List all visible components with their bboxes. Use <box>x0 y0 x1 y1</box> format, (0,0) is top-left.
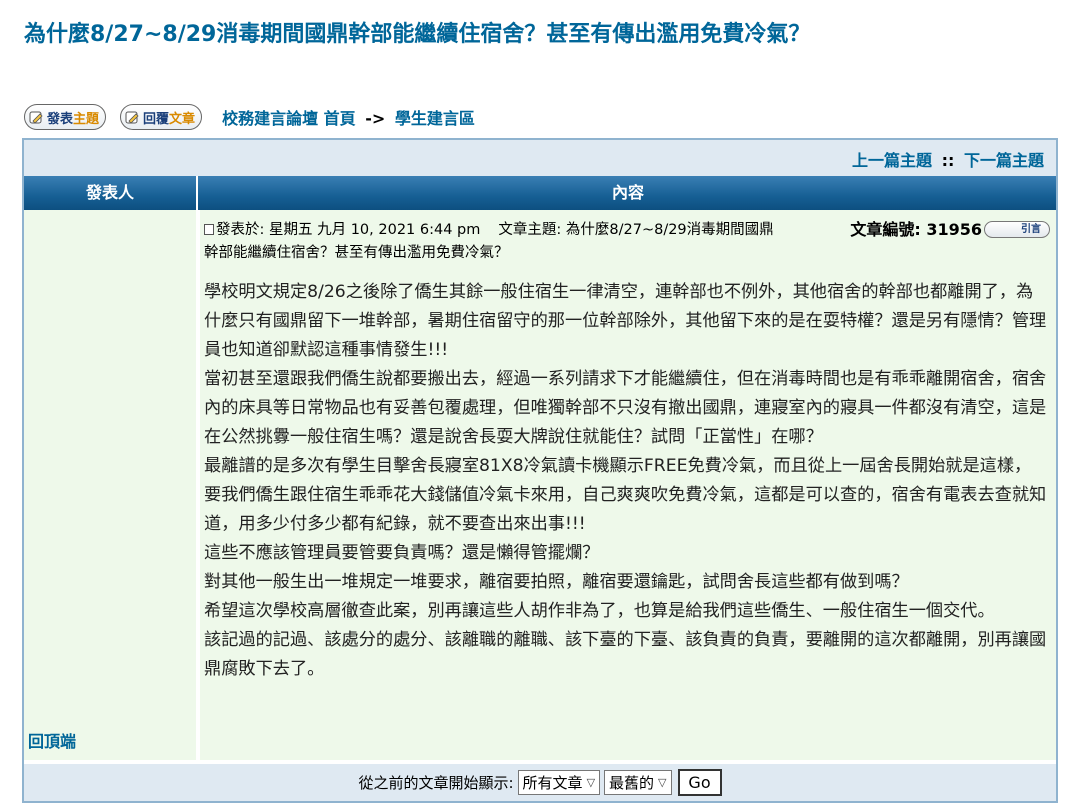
content-column-header: 內容 <box>611 183 644 202</box>
prev-next-bar: 上一篇主題 :: 下一篇主題 <box>24 140 1056 176</box>
prev-topic-link[interactable]: 上一篇主題 <box>852 151 932 170</box>
breadcrumb: 校務建言論壇 首頁 -> 學生建言區 <box>222 105 475 129</box>
sort-order-select[interactable]: 最舊的 ▽ <box>604 770 672 795</box>
post-paragraph: 這些不應該管理員要管要負責嗎？還是懶得管擺爛？ <box>204 543 600 563</box>
post-icon <box>204 224 214 235</box>
reply-button[interactable]: 回覆 文章 <box>120 104 203 130</box>
quote-button[interactable]: 引言 <box>984 221 1050 238</box>
new-topic-button[interactable]: 發表 主題 <box>24 104 107 130</box>
post-paragraph: 對其他一般生出一堆規定一堆要求，離宿要拍照，離宿要還鑰匙，試問舍長這些都有做到嗎… <box>204 572 909 592</box>
reply-label-a: 回覆 <box>143 111 170 127</box>
new-topic-label-a: 發表 <box>47 111 74 127</box>
post-body: 學校明文規定8/26之後除了僑生其餘一般住宿生一律清空，連幹部也不例外，其他宿舍… <box>204 278 1052 684</box>
post-content-cell: 發表於: 星期五 九月 10, 2021 6:44 pm 文章主題: 為什麼8/2… <box>200 210 1056 760</box>
pencil-icon <box>29 110 44 125</box>
post-paragraph: 該記過的記過、該處分的處分、該離職的離職、該下臺的下臺、該負責的負責，要離開的這… <box>204 630 1047 679</box>
author-column-header: 發表人 <box>24 176 198 210</box>
pencil-icon <box>125 110 140 125</box>
post-paragraph: 最離譜的是多次有學生目擊舍長寢室81X8冷氣讀卡機顯示FREE免費冷氣，而且從上… <box>204 456 1047 534</box>
chevron-down-icon: ▽ <box>586 776 596 789</box>
author-cell: 回頂端 <box>24 210 198 760</box>
post-subject-continued: 幹部能繼續住宿舍？甚至有傳出濫用免費冷氣？ <box>204 245 509 261</box>
new-topic-label-b: 主題 <box>73 111 100 127</box>
post-meta: 發表於: 星期五 九月 10, 2021 6:44 pm 文章主題: 為什麼8/2… <box>204 218 1052 242</box>
display-from-label: 從之前的文章開始顯示: <box>358 774 514 792</box>
reply-label-b: 文章 <box>169 111 196 127</box>
breadcrumb-arrow: -> <box>365 109 386 128</box>
forum-index-link[interactable]: 校務建言論壇 首頁 <box>222 109 356 128</box>
post-number: 文章編號: 31956 <box>850 220 982 239</box>
post-range-value: 所有文章 <box>522 774 583 792</box>
post-paragraph: 當初甚至還跟我們僑生說都要搬出去，經過一系列請求下才能繼續住，但在消毒時間也是有… <box>204 369 1047 447</box>
nav-separator: :: <box>941 151 955 170</box>
go-button[interactable]: Go <box>677 769 722 796</box>
sort-order-value: 最舊的 <box>609 774 655 792</box>
post-range-select[interactable]: 所有文章 ▽ <box>517 770 601 795</box>
topic-table: 上一篇主題 :: 下一篇主題 發表人 內容 回頂端 發表於: 星期五 九月 10… <box>22 138 1058 803</box>
next-topic-link[interactable]: 下一篇主題 <box>964 151 1044 170</box>
post-paragraph: 希望這次學校高層徹查此案，別再讓這些人胡作非為了，也算是給我們這些僑生、一般住宿… <box>204 601 995 621</box>
post-date: 發表於: 星期五 九月 10, 2021 6:44 pm <box>216 222 481 238</box>
display-options-bar: 從之前的文章開始顯示: 所有文章 ▽ 最舊的 ▽ Go <box>24 764 1056 801</box>
toolbar: 發表 主題 回覆 文章 校務建言論壇 首頁 -> 學生建言區 <box>24 103 475 131</box>
post-paragraph: 學校明文規定8/26之後除了僑生其餘一般住宿生一律清空，連幹部也不例外，其他宿舍… <box>204 282 1047 360</box>
post-subject: 文章主題: 為什麼8/27~8/29消毒期間國鼎 <box>498 222 774 238</box>
chevron-down-icon: ▽ <box>658 776 667 789</box>
forum-name-link[interactable]: 學生建言區 <box>395 109 475 128</box>
quote-label: 引言 <box>1021 224 1041 235</box>
topic-title[interactable]: 為什麼8/27~8/29消毒期間國鼎幹部能繼續住宿舍？甚至有傳出濫用免費冷氣？ <box>24 18 1064 52</box>
table-header: 發表人 內容 <box>24 176 1056 210</box>
back-to-top-link[interactable]: 回頂端 <box>28 728 76 752</box>
